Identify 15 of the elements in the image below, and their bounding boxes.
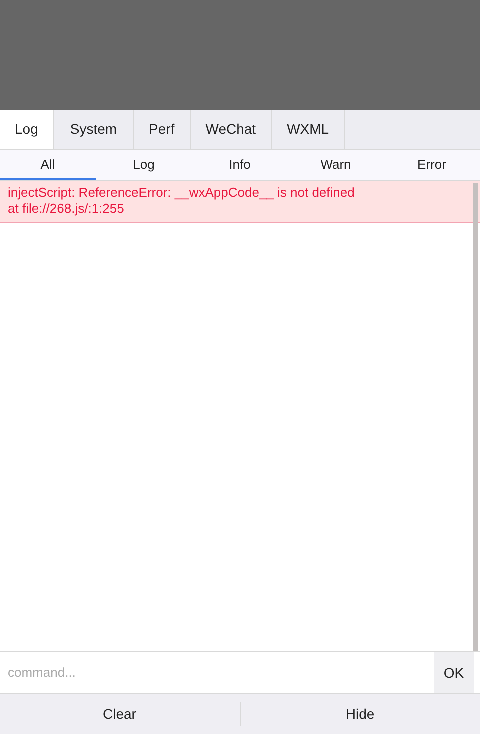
scrollbar[interactable] xyxy=(473,183,478,651)
filter-tab[interactable]: Info xyxy=(192,150,288,180)
filter-tab[interactable]: Error xyxy=(384,150,480,180)
panel-tab[interactable]: Log xyxy=(0,110,54,149)
footer-button[interactable]: Hide xyxy=(240,702,480,726)
log-text: at file://268.js/:1:255 xyxy=(8,201,124,217)
panel-tab[interactable]: WeChat xyxy=(190,110,272,149)
filter-tab[interactable]: Warn xyxy=(288,150,384,180)
filter-tab[interactable]: Log xyxy=(96,150,192,180)
footer-button[interactable]: Clear xyxy=(0,694,240,734)
panel-tab[interactable]: WXML xyxy=(272,110,346,149)
ok-button[interactable]: OK xyxy=(434,652,474,693)
log-text: injectScript: ReferenceError: __wxAppCode__ is not defined xyxy=(8,185,355,201)
panel-tab[interactable]: Perf xyxy=(134,110,191,149)
panel-tab[interactable]: System xyxy=(54,110,134,149)
